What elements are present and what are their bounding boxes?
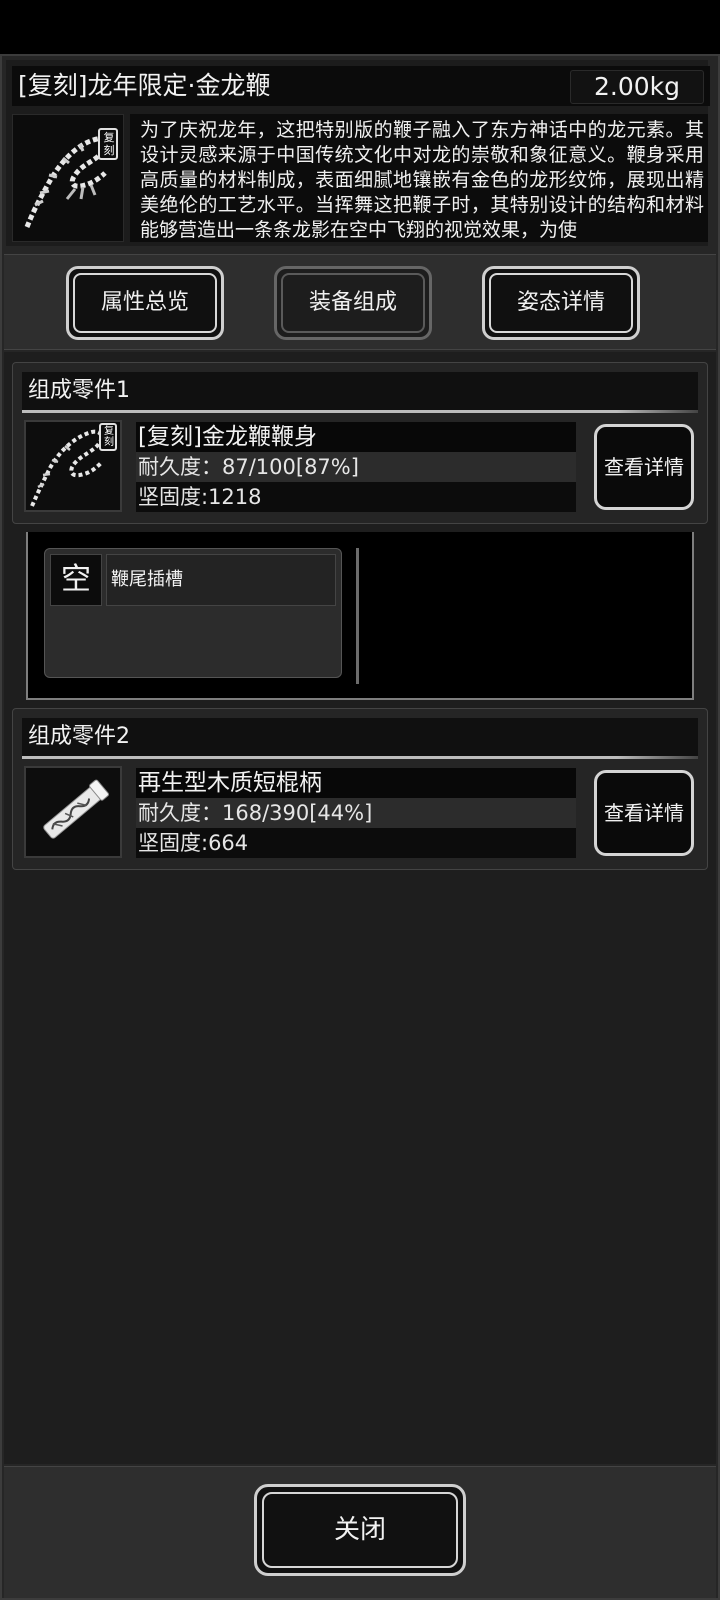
part-name: [复刻]金龙鞭鞭身: [136, 422, 576, 452]
part-name: 再生型木质短棍柄: [136, 768, 576, 798]
part-header: 组成零件2: [22, 718, 698, 756]
tab-label: 属性总览: [100, 290, 189, 315]
part-thumbnail: [24, 766, 122, 858]
tab-stance-details[interactable]: 姿态详情: [482, 266, 640, 340]
view-details-button[interactable]: 查看详情: [594, 424, 694, 510]
tab-equipment-composition[interactable]: 装备组成: [274, 266, 432, 340]
part-hardness: 坚固度:1218: [136, 482, 576, 512]
item-title: [复刻]龙年限定·金龙鞭: [18, 71, 271, 100]
replica-badge: 复刻: [104, 426, 114, 448]
slot-empty-indicator: 空: [50, 554, 102, 606]
part-durability: 耐久度：87/100[87%]: [136, 452, 576, 482]
item-description: 为了庆祝龙年，这把特别版的鞭子融入了东方神话中的龙元素。其设计灵感来源于中国传统…: [140, 119, 704, 241]
tab-attributes[interactable]: 属性总览: [66, 266, 224, 340]
scrollbar[interactable]: [356, 548, 359, 684]
item-weight: 2.00kg: [570, 70, 704, 104]
part-header-title: 组成零件2: [28, 724, 130, 749]
part-hardness: 坚固度:664: [136, 828, 576, 858]
part-header: 组成零件1: [22, 372, 698, 410]
tab-label: 装备组成: [308, 290, 397, 315]
view-details-button[interactable]: 查看详情: [594, 770, 694, 856]
close-button[interactable]: 关闭: [254, 1484, 466, 1576]
description-box[interactable]: 为了庆祝龙年，这把特别版的鞭子融入了东方神话中的龙元素。其设计灵感来源于中国传统…: [130, 114, 708, 242]
part-header-title: 组成零件1: [28, 378, 130, 403]
wooden-handle-icon: [43, 779, 109, 839]
divider: [22, 756, 698, 759]
replica-badge: 复刻: [103, 131, 115, 157]
tab-label: 姿态详情: [516, 290, 605, 315]
close-button-label: 关闭: [333, 1515, 386, 1545]
item-thumbnail: 复刻: [12, 114, 124, 242]
part-durability: 耐久度：168/390[44%]: [136, 798, 576, 828]
divider: [22, 410, 698, 413]
slot-label: 鞭尾插槽: [106, 554, 336, 606]
part-thumbnail: 复刻: [24, 420, 122, 512]
